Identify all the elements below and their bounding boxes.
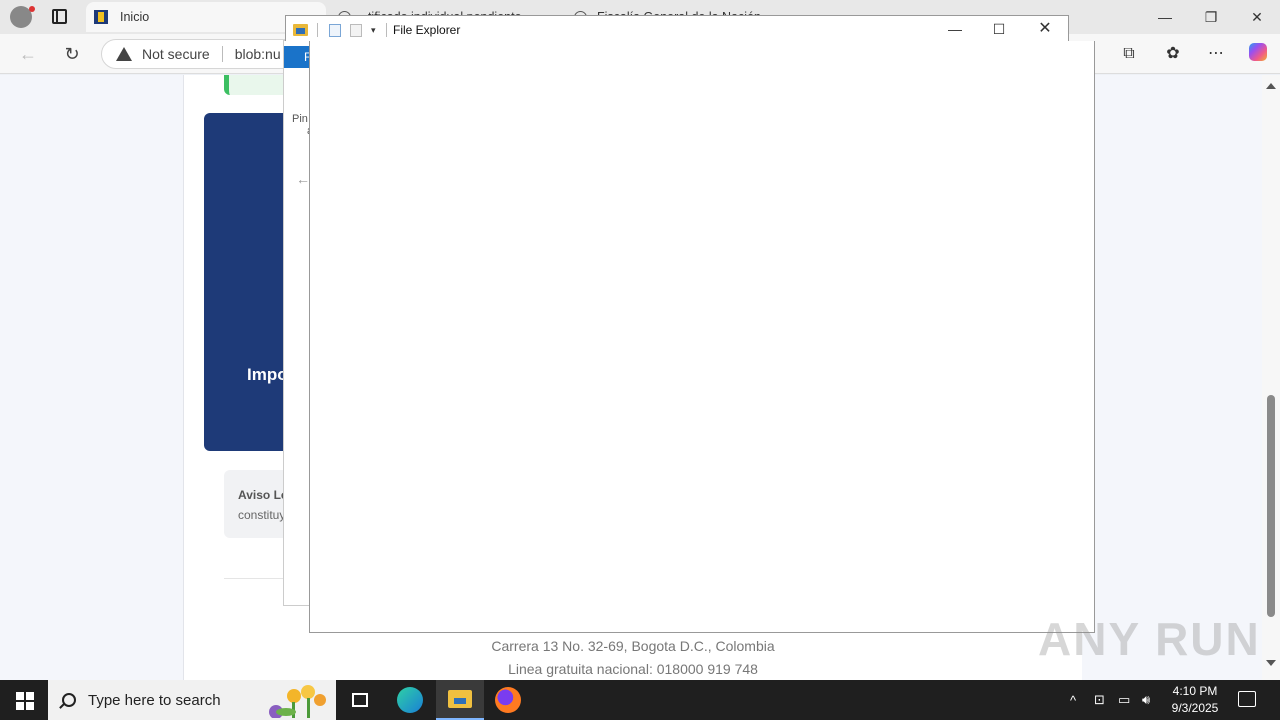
maximize-button[interactable]: ☐ (984, 19, 1014, 39)
search-highlight-flowers-icon (269, 685, 326, 718)
task-view-icon[interactable] (336, 680, 384, 720)
extensions-icon[interactable]: ✿ (1162, 43, 1184, 65)
warning-icon (116, 47, 132, 61)
customize-toolbar-chevron-icon[interactable]: ▾ (371, 25, 376, 36)
success-banner (224, 75, 284, 95)
browser-minimize-button[interactable]: — (1154, 6, 1176, 28)
site-favicon-icon (94, 10, 108, 24)
search-icon (62, 693, 76, 707)
taskbar: Type here to search ^ ⊡ ▭ 🔊︎ 4:10 PM 9/3… (0, 680, 1280, 720)
folder-icon (293, 24, 308, 36)
scroll-down-arrow-icon[interactable] (1266, 660, 1276, 666)
close-button[interactable]: ✕ (1030, 19, 1060, 39)
titlebar-separator (386, 23, 387, 37)
window-title: File Explorer (393, 23, 461, 37)
file-explorer-content[interactable] (309, 41, 1095, 633)
firefox-icon[interactable] (484, 680, 532, 720)
scroll-up-arrow-icon[interactable] (1266, 83, 1276, 89)
file-explorer-taskbar-icon[interactable] (436, 680, 484, 720)
file-explorer-titlebar[interactable]: ▾ File Explorer — ☐ ✕ (285, 15, 1069, 41)
clock-date: 9/3/2025 (1171, 701, 1219, 715)
titlebar-separator (317, 23, 318, 37)
search-placeholder: Type here to search (88, 691, 221, 709)
page-scrollbar[interactable] (1262, 75, 1280, 680)
windows-start-icon[interactable] (0, 680, 48, 720)
new-folder-icon[interactable] (350, 24, 362, 37)
page-left-margin (0, 75, 184, 680)
volume-icon[interactable]: 🔊︎ (1142, 680, 1150, 720)
refresh-icon[interactable]: ↻ (60, 42, 84, 66)
back-arrow-icon[interactable]: ← (296, 171, 310, 187)
info-card: Impo (204, 113, 294, 451)
profile-notification-dot (29, 6, 35, 12)
security-label: Not secure (142, 46, 210, 62)
copilot-icon[interactable] (1247, 43, 1269, 65)
back-arrow-icon[interactable]: ← (16, 42, 40, 66)
meet-now-icon[interactable]: ⊡ (1094, 680, 1105, 720)
footer-address: Carrera 13 No. 32-69, Bogota D.C., Colom… (491, 638, 775, 654)
system-clock[interactable]: 4:10 PM 9/3/2025 (1162, 683, 1228, 717)
footer-phone: Linea gratuita nacional: 018000 919 748 (508, 661, 758, 677)
browser-close-button[interactable]: ✕ (1246, 6, 1268, 28)
tab-label: Inicio (120, 10, 150, 24)
watermark-logo: ANY RUN (1038, 613, 1261, 665)
page-right-margin (1082, 75, 1262, 680)
minimize-button[interactable]: — (940, 19, 970, 39)
page-footer: Carrera 13 No. 32-69, Bogota D.C., Colom… (184, 635, 1082, 680)
edge-browser-icon[interactable] (386, 680, 434, 720)
address-url: blob:nu (234, 46, 281, 62)
show-hidden-icons-chevron-icon[interactable]: ^ (1070, 680, 1076, 720)
address-separator (221, 46, 223, 62)
browser-restore-button[interactable]: ❐ (1200, 6, 1222, 28)
info-card-title: Impo (247, 365, 288, 384)
scroll-thumb[interactable] (1267, 395, 1275, 617)
collections-icon[interactable]: ⧉ (1118, 43, 1140, 65)
tab-actions-icon[interactable] (52, 9, 67, 24)
properties-icon[interactable] (329, 24, 341, 37)
notification-center-icon[interactable] (1238, 691, 1256, 707)
clock-time: 4:10 PM (1172, 684, 1218, 698)
more-options-icon[interactable]: ⋯ (1205, 43, 1227, 65)
network-icon[interactable]: ▭ (1118, 680, 1130, 720)
